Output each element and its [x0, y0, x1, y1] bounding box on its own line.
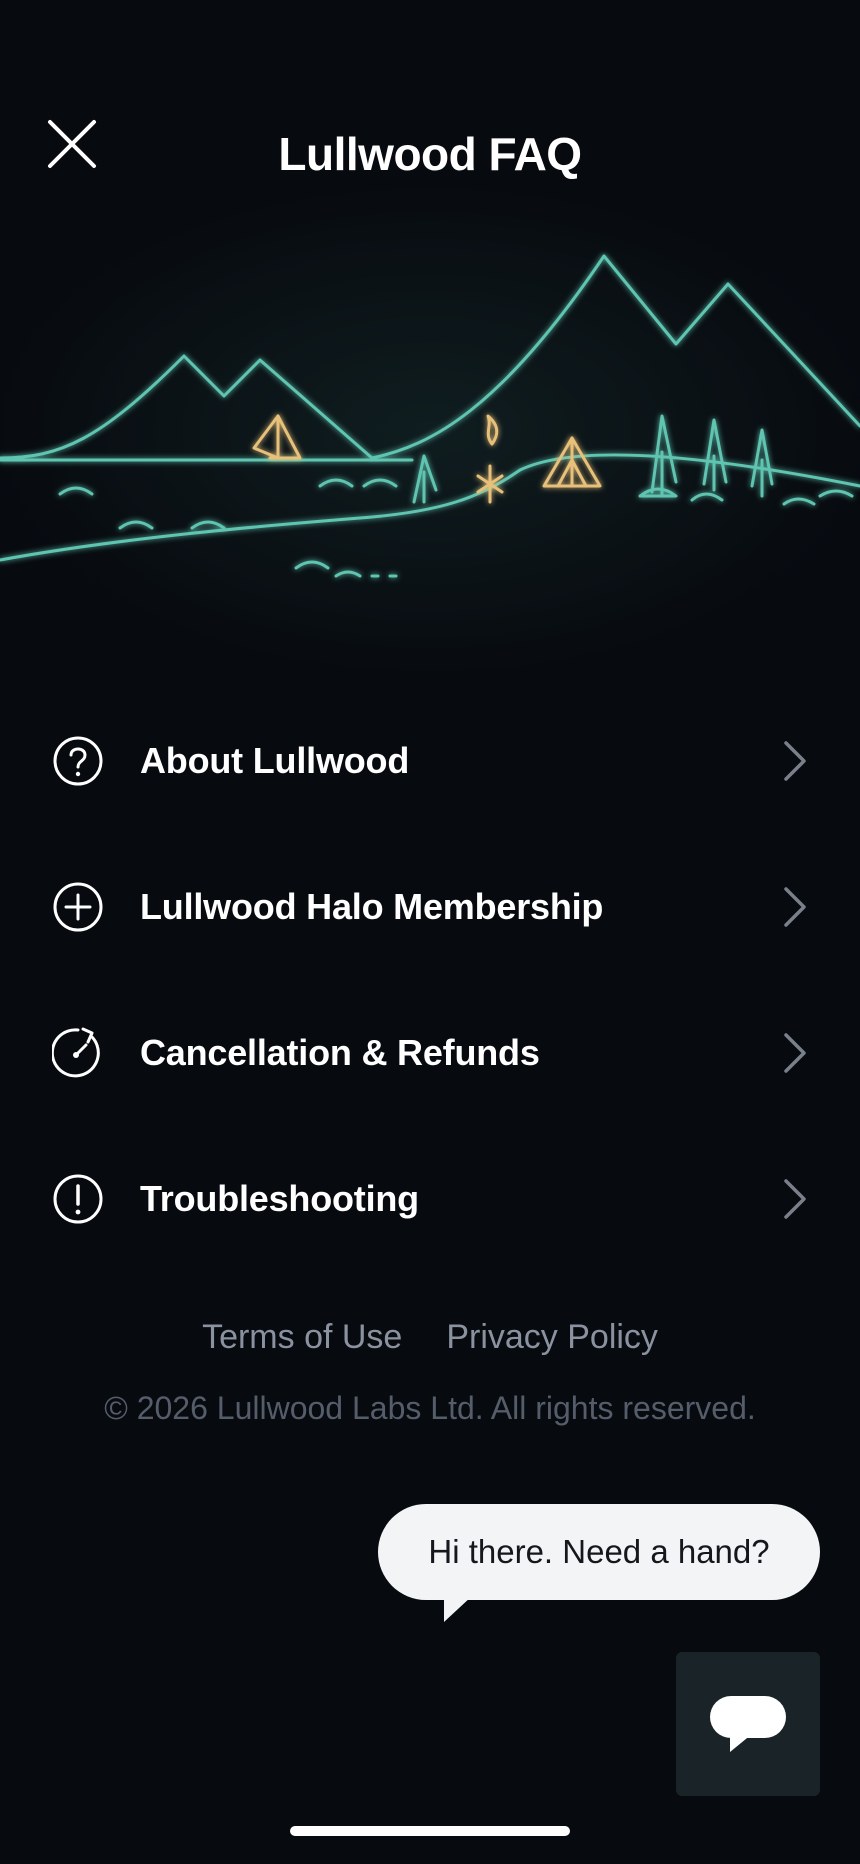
faq-item-label: Cancellation & Refunds [140, 1032, 540, 1073]
copyright-text: © 2026 Lullwood Labs Ltd. All rights res… [104, 1390, 756, 1426]
landscape-illustration [0, 254, 860, 578]
chevron-right-icon [784, 741, 806, 781]
faq-item-halo-membership[interactable]: Lullwood Halo Membership [0, 834, 860, 980]
faq-item-label: About Lullwood [140, 740, 410, 781]
terms-of-use-link[interactable]: Terms of Use [202, 1318, 402, 1357]
faq-item-label: Lullwood Halo Membership [140, 886, 604, 927]
faq-list: About Lullwood Lullwood Halo Membership … [0, 688, 860, 1272]
chevron-right-icon [784, 1179, 806, 1219]
legal-links: Terms of Use Privacy Policy [0, 1318, 860, 1357]
faq-item-about[interactable]: About Lullwood [0, 688, 860, 834]
chat-greeting-text: Hi there. Need a hand? [428, 1533, 770, 1570]
plus-circle-icon [53, 882, 103, 932]
faq-item-troubleshooting[interactable]: Troubleshooting [0, 1126, 860, 1272]
question-circle-icon [53, 736, 103, 786]
faq-item-label: Troubleshooting [140, 1178, 419, 1219]
chevron-right-icon [784, 1033, 806, 1073]
refresh-circle-icon [52, 1027, 100, 1078]
chat-bubble-tail [444, 1596, 472, 1622]
chat-launcher-button[interactable] [676, 1652, 820, 1796]
exclamation-circle-icon [53, 1174, 103, 1224]
page-title: Lullwood FAQ [278, 128, 582, 180]
faq-item-cancellation-refunds[interactable]: Cancellation & Refunds [0, 980, 860, 1126]
chat-greeting-bubble[interactable]: Hi there. Need a hand? [378, 1504, 820, 1600]
chevron-right-icon [784, 887, 806, 927]
chat-bubble-icon [710, 1696, 786, 1752]
privacy-policy-link[interactable]: Privacy Policy [446, 1318, 658, 1357]
home-indicator [290, 1826, 570, 1836]
